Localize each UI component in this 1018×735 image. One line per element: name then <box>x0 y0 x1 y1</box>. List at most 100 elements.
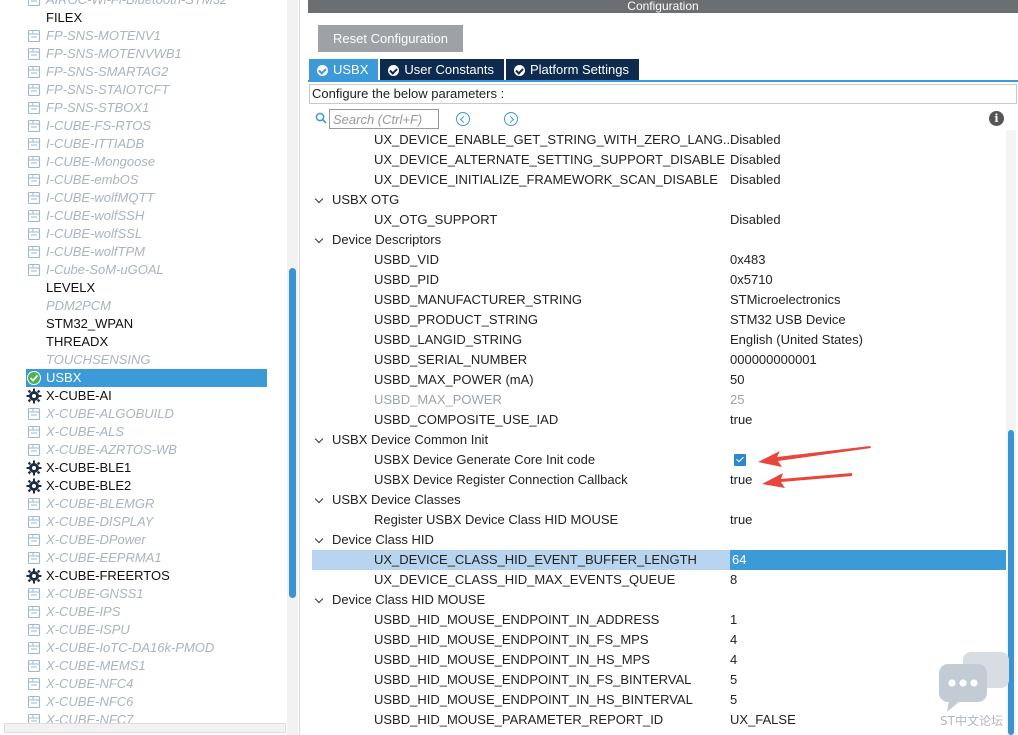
tree-item-x-cube-als[interactable]: X-CUBE-ALS <box>0 423 285 441</box>
parameter-row[interactable]: UX_OTG_SUPPORT Disabled <box>308 210 1006 230</box>
parameter-group[interactable]: USBX OTG <box>308 190 1006 210</box>
previous-match-icon[interactable] <box>456 112 470 126</box>
tree-item-i-cube-wolfmqtt[interactable]: I-CUBE-wolfMQTT <box>0 189 285 207</box>
tree-item-i-cube-wolfssh[interactable]: I-CUBE-wolfSSH <box>0 207 285 225</box>
parameter-row[interactable]: USBD_SERIAL_NUMBER 000000000001 <box>308 350 1006 370</box>
parameter-row[interactable]: USBD_COMPOSITE_USE_IAD true <box>308 410 1006 430</box>
parameter-value[interactable]: Disabled <box>730 130 781 150</box>
tree-item-x-cube-blemgr[interactable]: X-CUBE-BLEMGR <box>0 495 285 513</box>
tree-item-x-cube-nfc4[interactable]: X-CUBE-NFC4 <box>0 675 285 693</box>
parameter-row[interactable]: UX_DEVICE_ENABLE_GET_STRING_WITH_ZERO_LA… <box>308 130 1006 150</box>
parameter-value[interactable]: STMicroelectronics <box>730 290 841 310</box>
tree-item-x-cube-eeprma1[interactable]: X-CUBE-EEPRMA1 <box>0 549 285 567</box>
parameter-row[interactable]: USBD_MANUFACTURER_STRING STMicroelectroni… <box>308 290 1006 310</box>
parameter-row[interactable]: Register USBX Device Class HID MOUSE true <box>308 510 1006 530</box>
parameter-value[interactable]: 0x5710 <box>730 270 773 290</box>
parameter-row[interactable]: USBD_HID_MOUSE_ENDPOINT_IN_HS_MPS 4 <box>308 650 1006 670</box>
parameter-row[interactable]: USBD_LANGID_STRING English (United States… <box>308 330 1006 350</box>
tree-item-levelx[interactable]: LEVELX <box>0 279 285 297</box>
parameter-group[interactable]: Device Class HID MOUSE <box>308 590 1006 610</box>
chevron-down-icon[interactable] <box>314 594 324 604</box>
tree-scrollbar-thumb[interactable] <box>289 268 296 598</box>
parameter-value[interactable]: 50 <box>730 370 744 390</box>
tree-item-x-cube-ble2[interactable]: X-CUBE-BLE2 <box>0 477 285 495</box>
tree-item-pdm2pcm[interactable]: PDM2PCM <box>0 297 285 315</box>
parameter-value[interactable]: 25 <box>730 390 744 410</box>
tree-item-x-cube-algobuild[interactable]: X-CUBE-ALGOBUILD <box>0 405 285 423</box>
parameter-row[interactable]: USBD_PRODUCT_STRING STM32 USB Device <box>308 310 1006 330</box>
tree-item-i-cube-embos[interactable]: I-CUBE-embOS <box>0 171 285 189</box>
parameter-value[interactable]: 5 <box>730 690 737 710</box>
parameter-row[interactable]: UX_DEVICE_CLASS_HID_EVENT_BUFFER_LENGTH 6… <box>312 550 1006 570</box>
parameter-row[interactable]: USBD_MAX_POWER 25 <box>308 390 1006 410</box>
parameter-value[interactable]: 4 <box>730 650 737 670</box>
parameter-row[interactable]: USBD_HID_MOUSE_PARAMETER_REPORT_ID UX_FAL… <box>308 710 1006 730</box>
info-icon[interactable]: i <box>989 111 1004 126</box>
parameter-value[interactable]: English (United States) <box>730 330 863 350</box>
tree-item-x-cube-nfc6[interactable]: X-CUBE-NFC6 <box>0 693 285 711</box>
tree-item-i-cube-wolftpm[interactable]: I-CUBE-wolfTPM <box>0 243 285 261</box>
chevron-down-icon[interactable] <box>314 234 324 244</box>
chevron-down-icon[interactable] <box>314 534 324 544</box>
parameter-row[interactable]: UX_DEVICE_CLASS_HID_MAX_EVENTS_QUEUE 8 <box>308 570 1006 590</box>
tree-item-stm32-wpan[interactable]: STM32_WPAN <box>0 315 285 333</box>
parameter-value[interactable]: 64 <box>730 550 1006 570</box>
parameter-row[interactable]: UX_DEVICE_INITIALIZE_FRAMEWORK_SCAN_DISA… <box>308 170 1006 190</box>
tree-item-i-cube-fs-rtos[interactable]: I-CUBE-FS-RTOS <box>0 117 285 135</box>
tree-item-x-cube-iotc-da16k-pmod[interactable]: X-CUBE-IoTC-DA16k-PMOD <box>0 639 285 657</box>
chevron-down-icon[interactable] <box>314 434 324 444</box>
tree-item-fp-sns-stbox1[interactable]: FP-SNS-STBOX1 <box>0 99 285 117</box>
parameter-value[interactable]: true <box>730 410 752 430</box>
parameter-value[interactable]: 0x483 <box>730 250 765 270</box>
parameter-row[interactable]: USBD_HID_MOUSE_ENDPOINT_IN_ADDRESS 1 <box>308 610 1006 630</box>
tree-item-touchsensing[interactable]: TOUCHSENSING <box>0 351 285 369</box>
tree-item-x-cube-ble1[interactable]: X-CUBE-BLE1 <box>0 459 285 477</box>
tab-user-constants[interactable]: User Constants <box>380 59 504 81</box>
tree-horizontal-scrollbar[interactable] <box>4 723 286 733</box>
tree-item-x-cube-mems1[interactable]: X-CUBE-MEMS1 <box>0 657 285 675</box>
parameter-group[interactable]: USBX Device Common Init <box>308 430 1006 450</box>
tree-item-fp-sns-motenvwb1[interactable]: FP-SNS-MOTENVWB1 <box>0 45 285 63</box>
tree-item-x-cube-freertos[interactable]: X-CUBE-FREERTOS <box>0 567 285 585</box>
parameter-group[interactable]: USBX Device Classes <box>308 490 1006 510</box>
tree-item-threadx[interactable]: THREADX <box>0 333 285 351</box>
parameter-value[interactable]: 8 <box>730 570 737 590</box>
reset-configuration-button[interactable]: Reset Configuration <box>318 25 463 52</box>
chevron-down-icon[interactable] <box>314 494 324 504</box>
tree-item-fp-sns-staiotcft[interactable]: FP-SNS-STAIOTCFT <box>0 81 285 99</box>
tree-item-fp-sns-smartag2[interactable]: FP-SNS-SMARTAG2 <box>0 63 285 81</box>
parameter-value[interactable]: UX_FALSE <box>730 710 796 730</box>
tab-platform-settings[interactable]: Platform Settings <box>506 59 639 81</box>
parameter-group[interactable]: Device Class HID <box>308 530 1006 550</box>
tree-item-x-cube-display[interactable]: X-CUBE-DISPLAY <box>0 513 285 531</box>
parameter-row[interactable]: USBD_VID 0x483 <box>308 250 1006 270</box>
tree-item-usbx[interactable]: USBX <box>26 369 267 387</box>
parameter-row[interactable]: USBD_PID 0x5710 <box>308 270 1006 290</box>
parameter-row[interactable]: UX_DEVICE_ALTERNATE_SETTING_SUPPORT_DISA… <box>308 150 1006 170</box>
tab-usbx[interactable]: USBX <box>309 59 379 81</box>
parameter-row[interactable]: USBX Device Register Connection Callback… <box>308 470 1006 490</box>
parameter-row[interactable]: USBX Device Generate Core Init code <box>308 450 1006 470</box>
tree-item-fp-sns-motenv1[interactable]: FP-SNS-MOTENV1 <box>0 27 285 45</box>
tree-item-x-cube-dpower[interactable]: X-CUBE-DPower <box>0 531 285 549</box>
tree-item-x-cube-ispu[interactable]: X-CUBE-ISPU <box>0 621 285 639</box>
tree-item-i-cube-ittiadb[interactable]: I-CUBE-ITTIADB <box>0 135 285 153</box>
parameter-value[interactable]: STM32 USB Device <box>730 310 846 330</box>
next-match-icon[interactable] <box>504 112 518 126</box>
parameter-row[interactable]: USBD_HID_MOUSE_ENDPOINT_IN_FS_MPS 4 <box>308 630 1006 650</box>
parameter-value[interactable]: 5 <box>730 670 737 690</box>
tree-item-x-cube-ai[interactable]: X-CUBE-AI <box>0 387 285 405</box>
tree-item-i-cube-som-ugoal[interactable]: I-Cube-SoM-uGOAL <box>0 261 285 279</box>
search-input[interactable] <box>329 109 439 129</box>
tree-item-x-cube-gnss1[interactable]: X-CUBE-GNSS1 <box>0 585 285 603</box>
parameter-row[interactable]: USBD_HID_MOUSE_ENDPOINT_IN_HS_BINTERVAL 5 <box>308 690 1006 710</box>
parameter-value[interactable]: 000000000001 <box>730 350 817 370</box>
tree-item-i-cube-wolfssl[interactable]: I-CUBE-wolfSSL <box>0 225 285 243</box>
tree-item-airoc-wi-fi-bluetooth-stm32[interactable]: AIROC-Wi-Fi-Bluetooth-STM32 <box>0 0 285 9</box>
parameter-row[interactable]: USBD_MAX_POWER (mA) 50 <box>308 370 1006 390</box>
tree-item-filex[interactable]: FILEX <box>0 9 285 27</box>
parameter-value[interactable]: Disabled <box>730 150 781 170</box>
parameter-row[interactable]: USBD_HID_MOUSE_ENDPOINT_IN_FS_BINTERVAL 5 <box>308 670 1006 690</box>
parameter-value[interactable]: 4 <box>730 630 737 650</box>
parameter-group[interactable]: Device Descriptors <box>308 230 1006 250</box>
